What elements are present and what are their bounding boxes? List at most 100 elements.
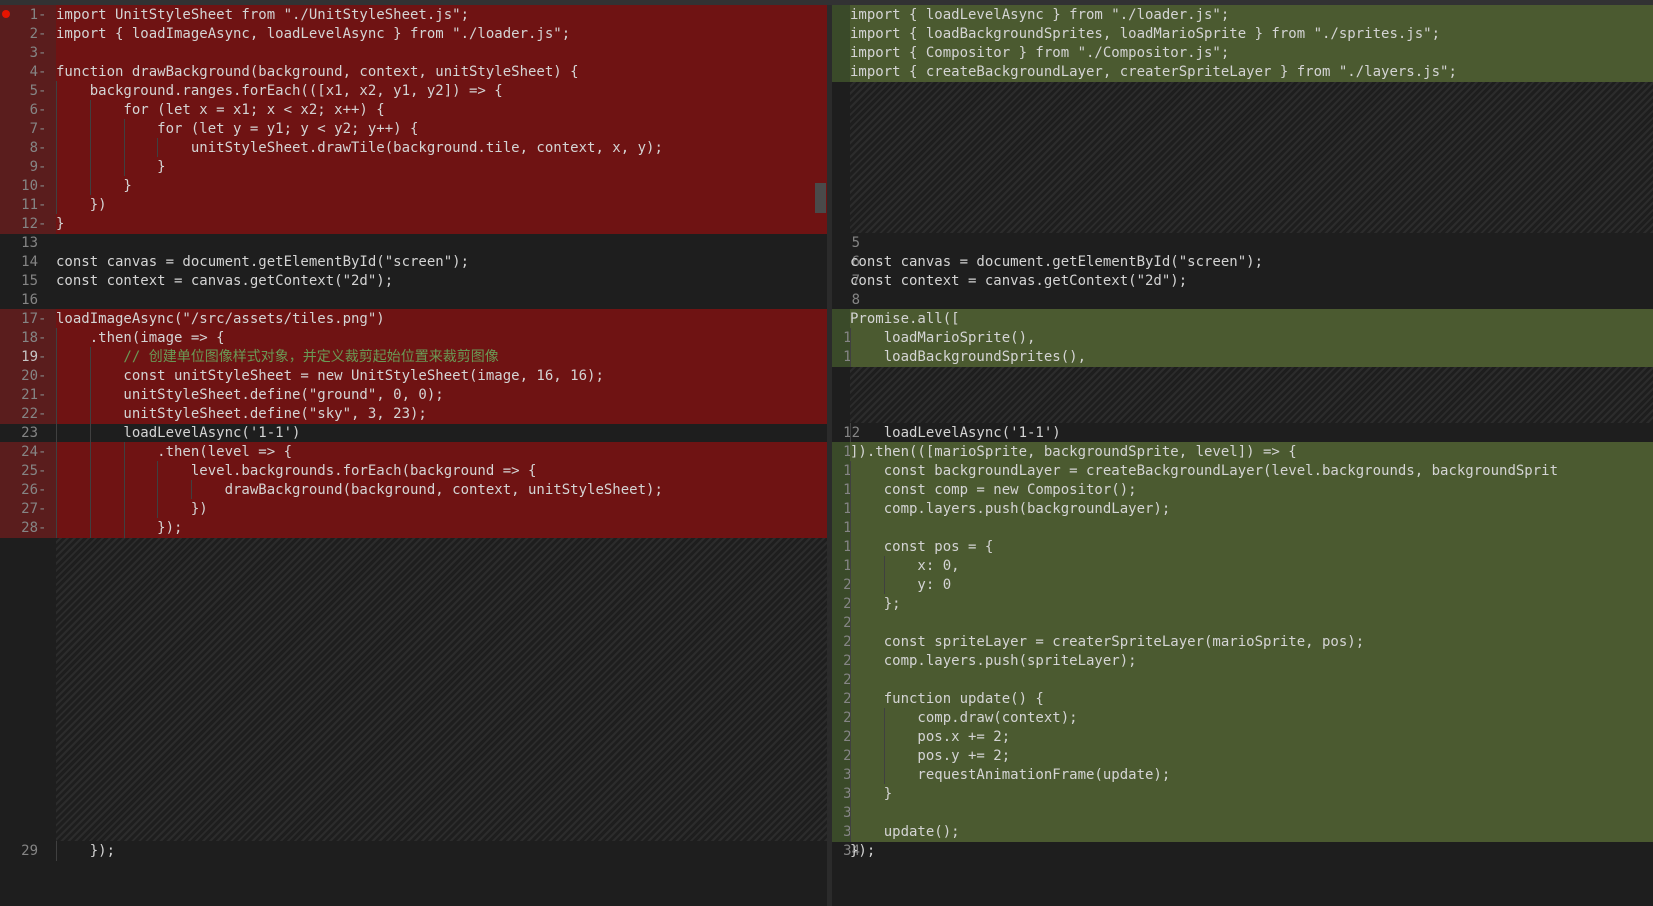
code-text[interactable]: ]).then(([marioSprite, backgroundSprite,… (850, 442, 1653, 462)
code-text[interactable]: loadBackgroundSprites(), (850, 347, 1653, 367)
diff-line[interactable]: 18- .then(image => { (0, 328, 827, 348)
diff-line[interactable]: 8 (832, 290, 1653, 310)
breakpoint-dot-icon[interactable] (2, 10, 10, 18)
code-text[interactable]: comp.draw(context); (850, 708, 1653, 728)
diff-line[interactable]: 3+import { Compositor } from "./Composit… (832, 43, 1653, 63)
code-text[interactable]: }); (56, 841, 827, 861)
code-text[interactable]: import { createBackgroundLayer, createrS… (850, 62, 1653, 82)
diff-line[interactable]: 23 loadLevelAsync('1-1') (0, 423, 827, 443)
diff-line[interactable]: 7 const context = canvas.getContext("2d")… (832, 271, 1653, 291)
diff-line[interactable]: 10- } (0, 176, 827, 196)
diff-line[interactable]: 22- unitStyleSheet.define("sky", 3, 23); (0, 404, 827, 424)
code-text[interactable] (850, 803, 1653, 823)
diff-line[interactable]: 3- (0, 43, 827, 63)
diff-line[interactable]: 25+ (832, 670, 1653, 690)
code-text[interactable]: const backgroundLayer = createBackground… (850, 461, 1653, 481)
diff-line[interactable]: 17- loadImageAsync("/src/assets/tiles.png… (0, 309, 827, 329)
diff-line[interactable]: 7- for (let y = y1; y < y2; y++) { (0, 119, 827, 139)
code-text[interactable]: function drawBackground(background, cont… (56, 62, 827, 82)
diff-line[interactable]: 34}); (832, 841, 1653, 861)
code-text[interactable]: const canvas = document.getElementById("… (56, 252, 827, 272)
code-text[interactable]: const unitStyleSheet = new UnitStyleShee… (56, 366, 827, 386)
diff-line[interactable]: 9+Promise.all([ (832, 309, 1653, 329)
diff-line[interactable]: 22+ (832, 613, 1653, 633)
diff-line[interactable]: 28- }); (0, 518, 827, 538)
diff-line[interactable]: 19+ x: 0, (832, 556, 1653, 576)
code-text[interactable]: unitStyleSheet.drawTile(background.tile,… (56, 138, 827, 158)
diff-line[interactable]: 5 (832, 233, 1653, 253)
code-text[interactable]: requestAnimationFrame(update); (850, 765, 1653, 785)
code-text[interactable]: const spriteLayer = createrSpriteLayer(m… (850, 632, 1653, 652)
code-text[interactable] (850, 290, 1653, 310)
code-text[interactable] (850, 518, 1653, 538)
code-text[interactable]: } (850, 784, 1653, 804)
code-text[interactable]: .then(image => { (56, 328, 827, 348)
code-text[interactable]: import UnitStyleSheet from "./UnitStyleS… (56, 5, 827, 25)
code-text[interactable]: const canvas = document.getElementById("… (850, 252, 1653, 272)
diff-line[interactable]: 6 const canvas = document.getElementById(… (832, 252, 1653, 272)
code-text[interactable]: y: 0 (850, 575, 1653, 595)
code-text[interactable] (850, 613, 1653, 633)
diff-line[interactable]: 26+ function update() { (832, 689, 1653, 709)
diff-line[interactable]: 29+ pos.y += 2; (832, 746, 1653, 766)
diff-line[interactable]: 11- }) (0, 195, 827, 215)
diff-line[interactable]: 2- import { loadImageAsync, loadLevelAsyn… (0, 24, 827, 44)
code-text[interactable]: comp.layers.push(spriteLayer); (850, 651, 1653, 671)
diff-line[interactable]: 16 (0, 290, 827, 310)
diff-line[interactable]: 21+ }; (832, 594, 1653, 614)
diff-line[interactable]: 24- .then(level => { (0, 442, 827, 462)
code-text[interactable]: const pos = { (850, 537, 1653, 557)
code-text[interactable]: background.ranges.forEach(([x1, x2, y1, … (56, 81, 827, 101)
diff-line[interactable]: 26- drawBackground(background, context, … (0, 480, 827, 500)
code-text[interactable]: }); (56, 518, 827, 538)
diff-line[interactable]: 6- for (let x = x1; x < x2; x++) { (0, 100, 827, 120)
diff-line[interactable]: 31+ } (832, 784, 1653, 804)
diff-line[interactable]: 4+import { createBackgroundLayer, create… (832, 62, 1653, 82)
diff-line[interactable]: 1- import UnitStyleSheet from "./UnitStyl… (0, 5, 827, 25)
diff-line[interactable]: 28+ pos.x += 2; (832, 727, 1653, 747)
code-text[interactable] (850, 670, 1653, 690)
code-text[interactable]: for (let y = y1; y < y2; y++) { (56, 119, 827, 139)
diff-line[interactable]: 24+ comp.layers.push(spriteLayer); (832, 651, 1653, 671)
code-text[interactable]: loadLevelAsync('1-1') (850, 423, 1653, 443)
code-text[interactable] (56, 233, 827, 253)
diff-line[interactable]: 32+ (832, 803, 1653, 823)
code-text[interactable]: // 创建单位图像样式对象，并定义裁剪起始位置来裁剪图像 (56, 347, 827, 367)
code-text[interactable]: function update() { (850, 689, 1653, 709)
code-text[interactable]: }) (56, 499, 827, 519)
code-text[interactable]: const context = canvas.getContext("2d"); (56, 271, 827, 291)
code-text[interactable]: } (56, 157, 827, 177)
diff-line[interactable]: 12 loadLevelAsync('1-1') (832, 423, 1653, 443)
diff-line[interactable]: 13 (0, 233, 827, 253)
code-text[interactable]: }; (850, 594, 1653, 614)
code-text[interactable]: unitStyleSheet.define("ground", 0, 0); (56, 385, 827, 405)
diff-line[interactable]: 11+ loadBackgroundSprites(), (832, 347, 1653, 367)
code-text[interactable]: .then(level => { (56, 442, 827, 462)
diff-line[interactable]: 20+ y: 0 (832, 575, 1653, 595)
diff-line[interactable]: 33+ update(); (832, 822, 1653, 842)
code-text[interactable]: x: 0, (850, 556, 1653, 576)
code-text[interactable]: const context = canvas.getContext("2d"); (850, 271, 1653, 291)
code-text[interactable] (850, 233, 1653, 253)
code-text[interactable]: import { Compositor } from "./Compositor… (850, 43, 1653, 63)
diff-line[interactable]: 4- function drawBackground(background, co… (0, 62, 827, 82)
code-text[interactable]: pos.x += 2; (850, 727, 1653, 747)
code-text[interactable]: const comp = new Compositor(); (850, 480, 1653, 500)
code-text[interactable]: unitStyleSheet.define("sky", 3, 23); (56, 404, 827, 424)
diff-line[interactable]: 10+ loadMarioSprite(), (832, 328, 1653, 348)
diff-line[interactable]: 21- unitStyleSheet.define("ground", 0, 0… (0, 385, 827, 405)
diff-line[interactable]: 15 const context = canvas.getContext("2d"… (0, 271, 827, 291)
code-text[interactable]: loadImageAsync("/src/assets/tiles.png") (56, 309, 827, 329)
code-text[interactable]: drawBackground(background, context, unit… (56, 480, 827, 500)
diff-line[interactable]: 2+import { loadBackgroundSprites, loadMa… (832, 24, 1653, 44)
diff-line[interactable]: 8- unitStyleSheet.drawTile(background.ti… (0, 138, 827, 158)
code-text[interactable]: import { loadBackgroundSprites, loadMari… (850, 24, 1653, 44)
code-text[interactable]: import { loadLevelAsync } from "./loader… (850, 5, 1653, 25)
diff-line[interactable]: 19- // 创建单位图像样式对象，并定义裁剪起始位置来裁剪图像 (0, 347, 827, 367)
code-text[interactable]: comp.layers.push(backgroundLayer); (850, 499, 1653, 519)
code-text[interactable]: } (56, 176, 827, 196)
diff-modified-pane[interactable]: 1+import { loadLevelAsync } from "./load… (832, 5, 1653, 906)
diff-line[interactable]: 9- } (0, 157, 827, 177)
code-text[interactable]: loadLevelAsync('1-1') (56, 423, 827, 443)
code-text[interactable]: import { loadImageAsync, loadLevelAsync … (56, 24, 827, 44)
